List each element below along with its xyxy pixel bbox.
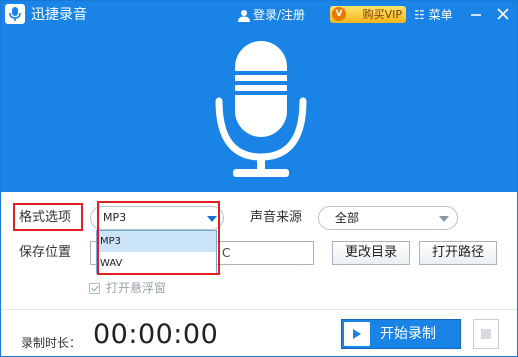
float-window-label: 打开悬浮窗 <box>106 281 167 295</box>
change-directory-button[interactable]: 更改目录 <box>332 241 410 265</box>
float-window-checkbox[interactable] <box>89 283 100 294</box>
format-label-highlight <box>13 203 83 231</box>
app-window: 迅捷录音 登录/注册 V 购买VIP ☷ 菜单 格式选项 MP3 声音来源 全部… <box>0 0 518 357</box>
sound-source-value: 全部 <box>335 211 360 225</box>
menu-label: 菜单 <box>428 8 453 22</box>
microphone-icon <box>215 41 307 177</box>
buy-vip-button[interactable]: V 购买VIP <box>330 6 406 23</box>
divider <box>1 309 517 310</box>
header-panel: 迅捷录音 登录/注册 V 购买VIP ☷ 菜单 <box>1 1 517 192</box>
duration-value: 00:00:00 <box>93 319 219 350</box>
start-recording-button[interactable]: 开始录制 <box>341 319 461 349</box>
sound-source-label: 声音来源 <box>250 210 303 225</box>
app-title: 迅捷录音 <box>31 7 87 23</box>
float-window-toggle[interactable]: 打开悬浮窗 <box>89 281 166 295</box>
save-location-value: C <box>222 246 231 260</box>
menu-button[interactable]: ☷ 菜单 <box>414 6 453 24</box>
sound-source-select[interactable]: 全部 <box>318 206 458 230</box>
close-icon[interactable] <box>496 7 510 21</box>
title-bar: 迅捷录音 登录/注册 V 购买VIP ☷ 菜单 <box>1 1 517 29</box>
vip-badge-icon: V <box>332 7 346 21</box>
login-register-label: 登录/注册 <box>253 8 306 22</box>
app-logo-icon <box>5 4 25 24</box>
stop-button[interactable] <box>473 319 499 349</box>
save-location-label: 保存位置 <box>19 245 72 260</box>
login-register-link[interactable]: 登录/注册 <box>238 6 305 24</box>
duration-label: 录制时长： <box>21 336 82 350</box>
open-path-button[interactable]: 打开路径 <box>419 241 497 265</box>
buy-vip-label: 购买VIP <box>362 8 402 21</box>
minimize-icon[interactable] <box>469 7 483 21</box>
user-icon <box>238 10 250 22</box>
stop-icon <box>481 329 491 339</box>
menu-icon: ☷ <box>414 8 425 22</box>
start-recording-label: 开始录制 <box>380 326 436 342</box>
chevron-down-icon <box>439 216 449 222</box>
play-icon <box>344 322 370 346</box>
format-dropdown-highlight <box>97 201 220 275</box>
